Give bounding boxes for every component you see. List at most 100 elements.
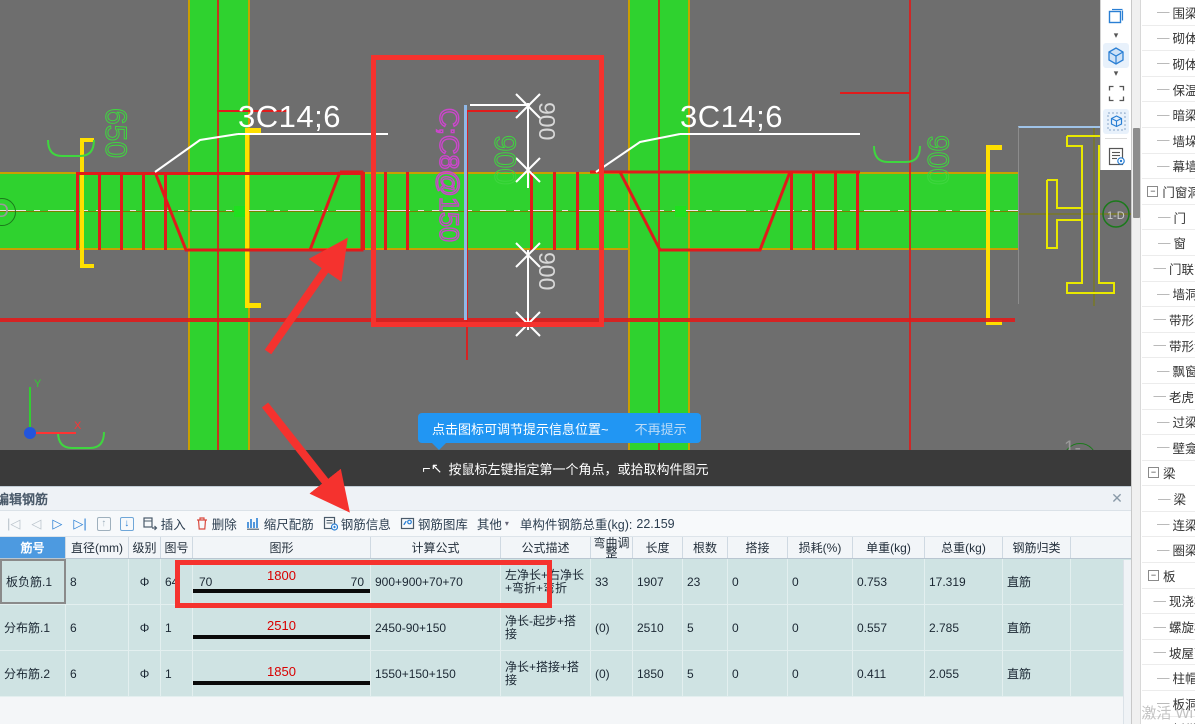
layers-icon[interactable] bbox=[1103, 4, 1129, 30]
column-header-9[interactable]: 根数 bbox=[683, 537, 728, 558]
cell-formula-desc[interactable]: 净长+搭接+搭接 bbox=[501, 651, 591, 696]
dismiss-hint-button[interactable]: 不再提示 bbox=[635, 419, 687, 438]
cad-drawing-canvas[interactable]: 3C14;6 3C14;6 900 900 900 650 900 C;C8@1… bbox=[0, 0, 1131, 486]
cell-bend-adjust[interactable]: (0) bbox=[591, 605, 633, 650]
cell-count[interactable]: 5 bbox=[683, 605, 728, 650]
cell-diameter[interactable]: 6 bbox=[66, 605, 129, 650]
cell-length[interactable]: 2510 bbox=[633, 605, 683, 650]
cell-loss[interactable]: 0 bbox=[788, 559, 853, 604]
nav-last-button[interactable]: ▷| bbox=[68, 516, 91, 532]
insert-button[interactable]: 插入 bbox=[139, 512, 190, 536]
cell-loss[interactable]: 0 bbox=[788, 605, 853, 650]
cell-count[interactable]: 5 bbox=[683, 651, 728, 696]
column-header-5[interactable]: 计算公式 bbox=[371, 537, 501, 558]
component-tree-panel[interactable]: —围梁—砌体—砌体—保温—暗梁—墙垛—幕墙−门窗洞—门—窗—门联窗—墙洞—带形窗… bbox=[1131, 0, 1195, 724]
edit-rebar-toolbar[interactable]: |◁ ◁ ▷ ▷| ↑ ↓ 插入 删除 缩尺配筋 钢筋信息 钢筋图库 其他 ▾ … bbox=[0, 511, 1131, 537]
nav-prev-button[interactable]: ◁ bbox=[26, 516, 46, 532]
tree-item-leaf[interactable]: —暗梁 bbox=[1142, 102, 1195, 128]
column-header-11[interactable]: 损耗(%) bbox=[788, 537, 853, 558]
selection-frame-icon[interactable] bbox=[1103, 81, 1129, 107]
cell-count[interactable]: 23 bbox=[683, 559, 728, 604]
tree-item-group[interactable]: −门窗洞 bbox=[1142, 179, 1195, 205]
cell-category[interactable]: 直筋 bbox=[1003, 605, 1071, 650]
tree-item-leaf[interactable]: — 门 bbox=[1142, 205, 1195, 231]
tree-scrollbar[interactable] bbox=[1132, 0, 1141, 724]
cell-bend-adjust[interactable]: (0) bbox=[591, 651, 633, 696]
tree-item-leaf[interactable]: —连梁 bbox=[1142, 512, 1195, 538]
cell-unit-weight[interactable]: 0.411 bbox=[853, 651, 925, 696]
tree-item-group[interactable]: − 板 bbox=[1142, 563, 1195, 589]
cell-shape-diagram[interactable]: 1850 bbox=[193, 651, 371, 696]
move-up-button[interactable]: ↑ bbox=[93, 512, 115, 536]
properties-icon[interactable] bbox=[1103, 143, 1129, 169]
tree-expander-icon[interactable]: − bbox=[1147, 185, 1159, 197]
close-icon[interactable]: ✕ bbox=[1109, 491, 1125, 507]
cell-length[interactable]: 1907 bbox=[633, 559, 683, 604]
column-header-2[interactable]: 级别 bbox=[129, 537, 161, 558]
cell-grade[interactable]: Φ bbox=[129, 559, 161, 604]
column-header-6[interactable]: 公式描述 bbox=[501, 537, 591, 558]
column-header-8[interactable]: 长度 bbox=[633, 537, 683, 558]
column-header-1[interactable]: 直径(mm) bbox=[66, 537, 129, 558]
tree-scroll-thumb[interactable] bbox=[1133, 128, 1140, 218]
cell-category[interactable]: 直筋 bbox=[1003, 559, 1071, 604]
tree-item-leaf[interactable]: —墙垛 bbox=[1142, 128, 1195, 154]
tree-item-leaf[interactable]: —螺旋板 bbox=[1142, 614, 1195, 640]
tree-item-leaf[interactable]: —门联窗 bbox=[1142, 256, 1195, 282]
cell-bar-no[interactable]: 分布筋.1 bbox=[0, 605, 66, 650]
scale-rebar-button[interactable]: 缩尺配筋 bbox=[242, 512, 318, 536]
column-header-3[interactable]: 图号 bbox=[161, 537, 193, 558]
cell-total-weight[interactable]: 2.785 bbox=[925, 605, 1003, 650]
tree-item-leaf[interactable]: —圈梁 bbox=[1142, 537, 1195, 564]
cell-formula[interactable]: 900+900+70+70 bbox=[371, 559, 501, 604]
column-header-13[interactable]: 总重(kg) bbox=[925, 537, 1003, 558]
chevron-down-icon[interactable]: ▾ bbox=[1114, 69, 1119, 80]
cell-loss[interactable]: 0 bbox=[788, 651, 853, 696]
tree-item-leaf[interactable]: —砌体 bbox=[1142, 26, 1195, 52]
cell-lap[interactable]: 0 bbox=[728, 651, 788, 696]
tree-item-leaf[interactable]: — 梁 bbox=[1142, 486, 1195, 512]
cell-formula[interactable]: 2450-90+150 bbox=[371, 605, 501, 650]
tree-item-group[interactable]: − 梁 bbox=[1142, 461, 1195, 487]
cell-shape-diagram[interactable]: 2510 bbox=[193, 605, 371, 650]
cell-pic-no[interactable]: 64 bbox=[161, 559, 193, 604]
table-row[interactable]: 板负筋.1 8 Φ 64 70 70 1800 900+900+70+70 左净长+右净长 +弯折… bbox=[0, 559, 1131, 605]
column-header-14[interactable]: 钢筋归类 bbox=[1003, 537, 1071, 558]
cell-length[interactable]: 1850 bbox=[633, 651, 683, 696]
cell-lap[interactable]: 0 bbox=[728, 559, 788, 604]
tree-item-leaf[interactable]: —保温 bbox=[1142, 77, 1195, 103]
tree-item-leaf[interactable]: —带形洞 bbox=[1142, 333, 1195, 359]
cell-diameter[interactable]: 8 bbox=[66, 559, 129, 604]
tree-item-leaf[interactable]: —砌体 bbox=[1142, 51, 1195, 77]
cell-formula-desc[interactable]: 左净长+右净长 +弯折+弯折 bbox=[501, 559, 591, 604]
tree-item-leaf[interactable]: —过梁 bbox=[1142, 410, 1195, 436]
cell-formula-desc[interactable]: 净长-起步+搭接 bbox=[501, 605, 591, 650]
hint-tooltip[interactable]: 点击图标可调节提示信息位置~ 不再提示 bbox=[418, 413, 701, 450]
delete-button[interactable]: 删除 bbox=[191, 512, 241, 536]
cell-formula[interactable]: 1550+150+150 bbox=[371, 651, 501, 696]
cell-bar-no[interactable]: 分布筋.2 bbox=[0, 651, 66, 696]
edit-rebar-panel[interactable]: 编辑钢筋 ✕ |◁ ◁ ▷ ▷| ↑ ↓ 插入 删除 缩尺配筋 钢筋信息 钢筋图… bbox=[0, 486, 1131, 724]
component-tree[interactable]: —围梁—砌体—砌体—保温—暗梁—墙垛—幕墙−门窗洞—门—窗—门联窗—墙洞—带形窗… bbox=[1142, 0, 1195, 724]
tree-item-leaf[interactable]: —带形窗 bbox=[1142, 307, 1195, 333]
cell-total-weight[interactable]: 2.055 bbox=[925, 651, 1003, 696]
table-scrollbar[interactable] bbox=[1123, 560, 1131, 724]
tree-item-leaf[interactable]: —墙洞 bbox=[1142, 282, 1195, 308]
cell-pic-no[interactable]: 1 bbox=[161, 651, 193, 696]
nav-first-button[interactable]: |◁ bbox=[2, 516, 25, 532]
tree-item-leaf[interactable]: —围梁 bbox=[1142, 0, 1195, 26]
cell-bar-no[interactable]: 板负筋.1 bbox=[0, 559, 66, 604]
cell-unit-weight[interactable]: 0.753 bbox=[853, 559, 925, 604]
column-header-0[interactable]: 筋号 bbox=[0, 537, 66, 558]
chevron-down-icon[interactable]: ▾ bbox=[1114, 30, 1119, 42]
rebar-library-button[interactable]: 钢筋图库 bbox=[396, 512, 472, 536]
tree-item-leaf[interactable]: —壁龛 bbox=[1142, 435, 1195, 461]
move-down-button[interactable]: ↓ bbox=[116, 512, 138, 536]
rebar-table-body[interactable]: 板负筋.1 8 Φ 64 70 70 1800 900+900+70+70 左净长+右净长 +弯折… bbox=[0, 559, 1131, 697]
tree-expander-icon[interactable]: − bbox=[1148, 467, 1159, 479]
column-header-10[interactable]: 搭接 bbox=[728, 537, 788, 558]
table-row[interactable]: 分布筋.2 6 Φ 1 1850 1550+150+150 净长+搭接+搭接 (0) 1850 5… bbox=[0, 651, 1131, 697]
tree-item-leaf[interactable]: —柱帽 bbox=[1142, 665, 1195, 692]
cell-diameter[interactable]: 6 bbox=[66, 651, 129, 696]
cell-grade[interactable]: Φ bbox=[129, 605, 161, 650]
